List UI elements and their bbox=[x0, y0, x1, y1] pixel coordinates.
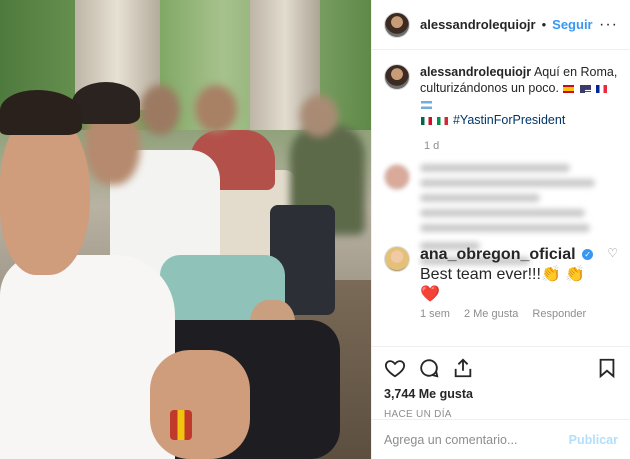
reply-button[interactable]: Responder bbox=[532, 308, 586, 320]
caption-username[interactable]: alessandrolequiojr bbox=[420, 65, 531, 79]
flag-mx-icon bbox=[421, 116, 432, 125]
comment-body: ana_obregon_oficial ✓ Best team ever!!!👏… bbox=[420, 246, 607, 320]
comment-ana: ana_obregon_oficial ✓ Best team ever!!!👏… bbox=[384, 246, 618, 320]
header-username[interactable]: alessandrolequiojr bbox=[420, 17, 536, 32]
post-actions: 3,744 Me gusta HACE UN DÍA bbox=[372, 346, 630, 420]
flag-ar-icon bbox=[421, 100, 432, 109]
photo-foreground-shirt bbox=[0, 255, 175, 459]
post-header: alessandrolequiojr • Seguir ··· bbox=[372, 0, 630, 50]
flag-es-icon bbox=[563, 84, 575, 93]
separator-dot: • bbox=[541, 17, 547, 32]
caption: alessandrolequiojr Aquí en Roma, culturi… bbox=[384, 64, 618, 128]
share-icon[interactable] bbox=[452, 357, 474, 379]
comment-username[interactable]: ana_obregon_oficial bbox=[420, 246, 576, 263]
avatar[interactable] bbox=[384, 246, 410, 272]
post-sidebar: alessandrolequiojr • Seguir ··· alessand… bbox=[371, 0, 630, 459]
photo-face-blurred bbox=[195, 85, 237, 133]
photo-foreground-hair bbox=[0, 90, 82, 135]
comment-meta: 1 sem 2 Me gusta Responder bbox=[420, 308, 607, 320]
caption-body: alessandrolequiojr Aquí en Roma, culturi… bbox=[420, 64, 618, 128]
photo-hair bbox=[72, 82, 140, 124]
add-comment-bar: Publicar bbox=[372, 419, 630, 459]
post-photo[interactable] bbox=[0, 0, 371, 459]
likes-count[interactable]: 3,744 Me gusta bbox=[384, 387, 618, 401]
action-icons bbox=[384, 355, 618, 381]
photo-wristband bbox=[170, 410, 192, 440]
caption-time: 1 d bbox=[424, 140, 440, 152]
photo-face-blurred bbox=[300, 95, 338, 137]
photo-foreground-arm bbox=[150, 350, 250, 459]
hashtag-link[interactable]: #YastinForPresident bbox=[453, 113, 565, 127]
avatar[interactable] bbox=[384, 11, 410, 38]
follow-button[interactable]: Seguir bbox=[552, 17, 592, 32]
comment-bubble-icon[interactable] bbox=[418, 357, 440, 379]
flag-us-icon bbox=[579, 84, 591, 93]
verified-badge-icon: ✓ bbox=[582, 249, 594, 261]
comment-likes[interactable]: 2 Me gusta bbox=[464, 308, 518, 320]
comment-text: Best team ever!!!👏 👏 ❤️ bbox=[420, 266, 586, 303]
publish-button[interactable]: Publicar bbox=[569, 433, 618, 447]
avatar bbox=[384, 164, 410, 190]
comment-input[interactable] bbox=[384, 432, 569, 447]
like-heart-icon[interactable] bbox=[384, 357, 406, 379]
bookmark-icon[interactable] bbox=[596, 357, 618, 379]
flag-it-icon bbox=[437, 116, 449, 125]
comment-time: 1 sem bbox=[420, 308, 450, 320]
avatar[interactable] bbox=[384, 64, 410, 90]
flag-fr-icon bbox=[596, 84, 608, 93]
photo-face-blurred bbox=[140, 85, 180, 135]
comment-like-heart-icon[interactable]: ♡ bbox=[607, 246, 618, 320]
more-horizontal-icon[interactable]: ··· bbox=[599, 16, 618, 34]
